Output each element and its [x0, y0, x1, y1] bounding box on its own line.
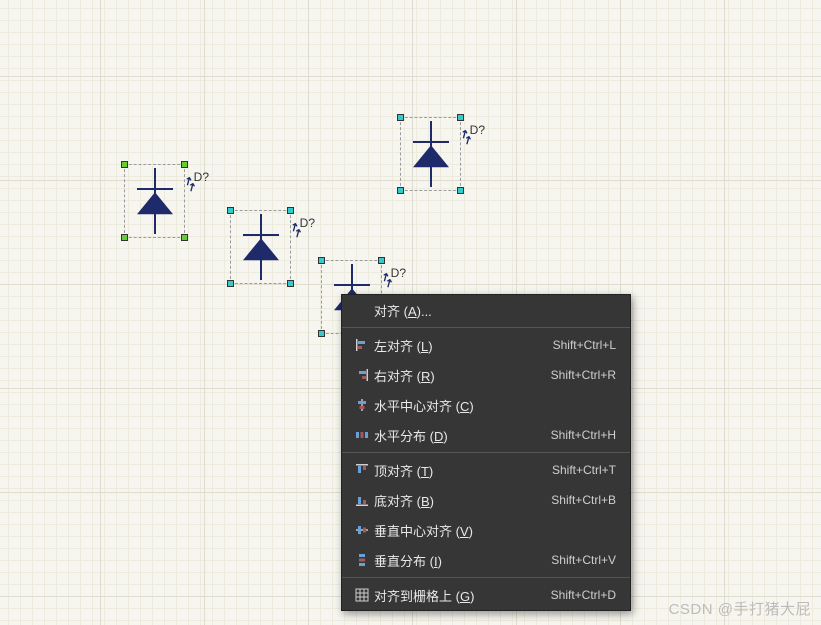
component-designator[interactable]: D?: [470, 123, 485, 137]
menu-item-shortcut: Shift+Ctrl+L: [553, 338, 616, 352]
align-vcenter-icon: [350, 523, 374, 537]
menu-item[interactable]: 水平中心对齐 (C): [342, 390, 630, 420]
resize-handle-bl[interactable]: [121, 234, 128, 241]
menu-item[interactable]: 垂直分布 (I) Shift+Ctrl+V: [342, 545, 630, 575]
menu-item-label: 左对齐 (L): [374, 336, 433, 355]
resize-handle-br[interactable]: [181, 234, 188, 241]
menu-item-shortcut: Shift+Ctrl+R: [551, 368, 616, 382]
resize-handle-bl[interactable]: [227, 280, 234, 287]
menu-item[interactable]: 顶对齐 (T) Shift+Ctrl+T: [342, 455, 630, 485]
menu-item[interactable]: 对齐 (A)...: [342, 295, 630, 325]
menu-item[interactable]: 水平分布 (D) Shift+Ctrl+H: [342, 420, 630, 450]
diode-component[interactable]: ↗↗ D?: [122, 162, 187, 240]
align-right-icon: [350, 368, 374, 382]
menu-item[interactable]: 右对齐 (R) Shift+Ctrl+R: [342, 360, 630, 390]
diode-cathode-bar: [413, 141, 449, 143]
resize-handle-tl[interactable]: [227, 207, 234, 214]
menu-separator: [342, 577, 630, 578]
align-context-menu: 对齐 (A)... 左对齐 (L) Shift+Ctrl+L 右对齐 (R) S…: [341, 294, 631, 611]
distribute-v-icon: [350, 553, 374, 567]
diode-component[interactable]: ↗↗ D?: [228, 208, 293, 286]
menu-item-label: 顶对齐 (T): [374, 461, 433, 480]
resize-handle-tl[interactable]: [318, 257, 325, 264]
component-designator[interactable]: D?: [300, 216, 315, 230]
resize-handle-tr[interactable]: [287, 207, 294, 214]
resize-handle-tr[interactable]: [378, 257, 385, 264]
diode-component[interactable]: ↗↗ D?: [398, 115, 463, 193]
diode-triangle-icon: [137, 192, 173, 214]
menu-item-label: 底对齐 (B): [374, 491, 434, 510]
menu-item-label: 水平中心对齐 (C): [374, 396, 474, 415]
resize-handle-tl[interactable]: [121, 161, 128, 168]
resize-handle-tr[interactable]: [457, 114, 464, 121]
menu-item-label: 对齐到栅格上 (G): [374, 586, 474, 605]
component-designator[interactable]: D?: [391, 266, 406, 280]
menu-item-label: 对齐 (A)...: [374, 301, 432, 320]
resize-handle-bl[interactable]: [318, 330, 325, 337]
menu-item[interactable]: 对齐到栅格上 (G) Shift+Ctrl+D: [342, 580, 630, 610]
menu-item-shortcut: Shift+Ctrl+T: [552, 463, 616, 477]
diode-triangle-icon: [243, 238, 279, 260]
menu-item-shortcut: Shift+Ctrl+B: [551, 493, 616, 507]
resize-handle-tl[interactable]: [397, 114, 404, 121]
align-top-icon: [350, 463, 374, 477]
menu-separator: [342, 452, 630, 453]
menu-item-shortcut: Shift+Ctrl+D: [551, 588, 616, 602]
diode-cathode-bar: [243, 234, 279, 236]
diode-cathode-bar: [334, 284, 370, 286]
menu-item-shortcut: Shift+Ctrl+H: [551, 428, 616, 442]
component-designator[interactable]: D?: [194, 170, 209, 184]
menu-separator: [342, 327, 630, 328]
diode-cathode-bar: [137, 188, 173, 190]
align-grid-icon: [350, 588, 374, 602]
menu-item[interactable]: 垂直中心对齐 (V): [342, 515, 630, 545]
distribute-h-icon: [350, 428, 374, 442]
menu-item-label: 垂直分布 (I): [374, 551, 442, 570]
resize-handle-br[interactable]: [457, 187, 464, 194]
menu-item[interactable]: 左对齐 (L) Shift+Ctrl+L: [342, 330, 630, 360]
align-left-icon: [350, 338, 374, 352]
resize-handle-tr[interactable]: [181, 161, 188, 168]
align-hcenter-icon: [350, 398, 374, 412]
menu-item-label: 水平分布 (D): [374, 426, 448, 445]
menu-item-label: 垂直中心对齐 (V): [374, 521, 473, 540]
menu-item[interactable]: 底对齐 (B) Shift+Ctrl+B: [342, 485, 630, 515]
menu-item-shortcut: Shift+Ctrl+V: [551, 553, 616, 567]
resize-handle-br[interactable]: [287, 280, 294, 287]
menu-item-label: 右对齐 (R): [374, 366, 435, 385]
diode-triangle-icon: [413, 145, 449, 167]
resize-handle-bl[interactable]: [397, 187, 404, 194]
align-bottom-icon: [350, 493, 374, 507]
